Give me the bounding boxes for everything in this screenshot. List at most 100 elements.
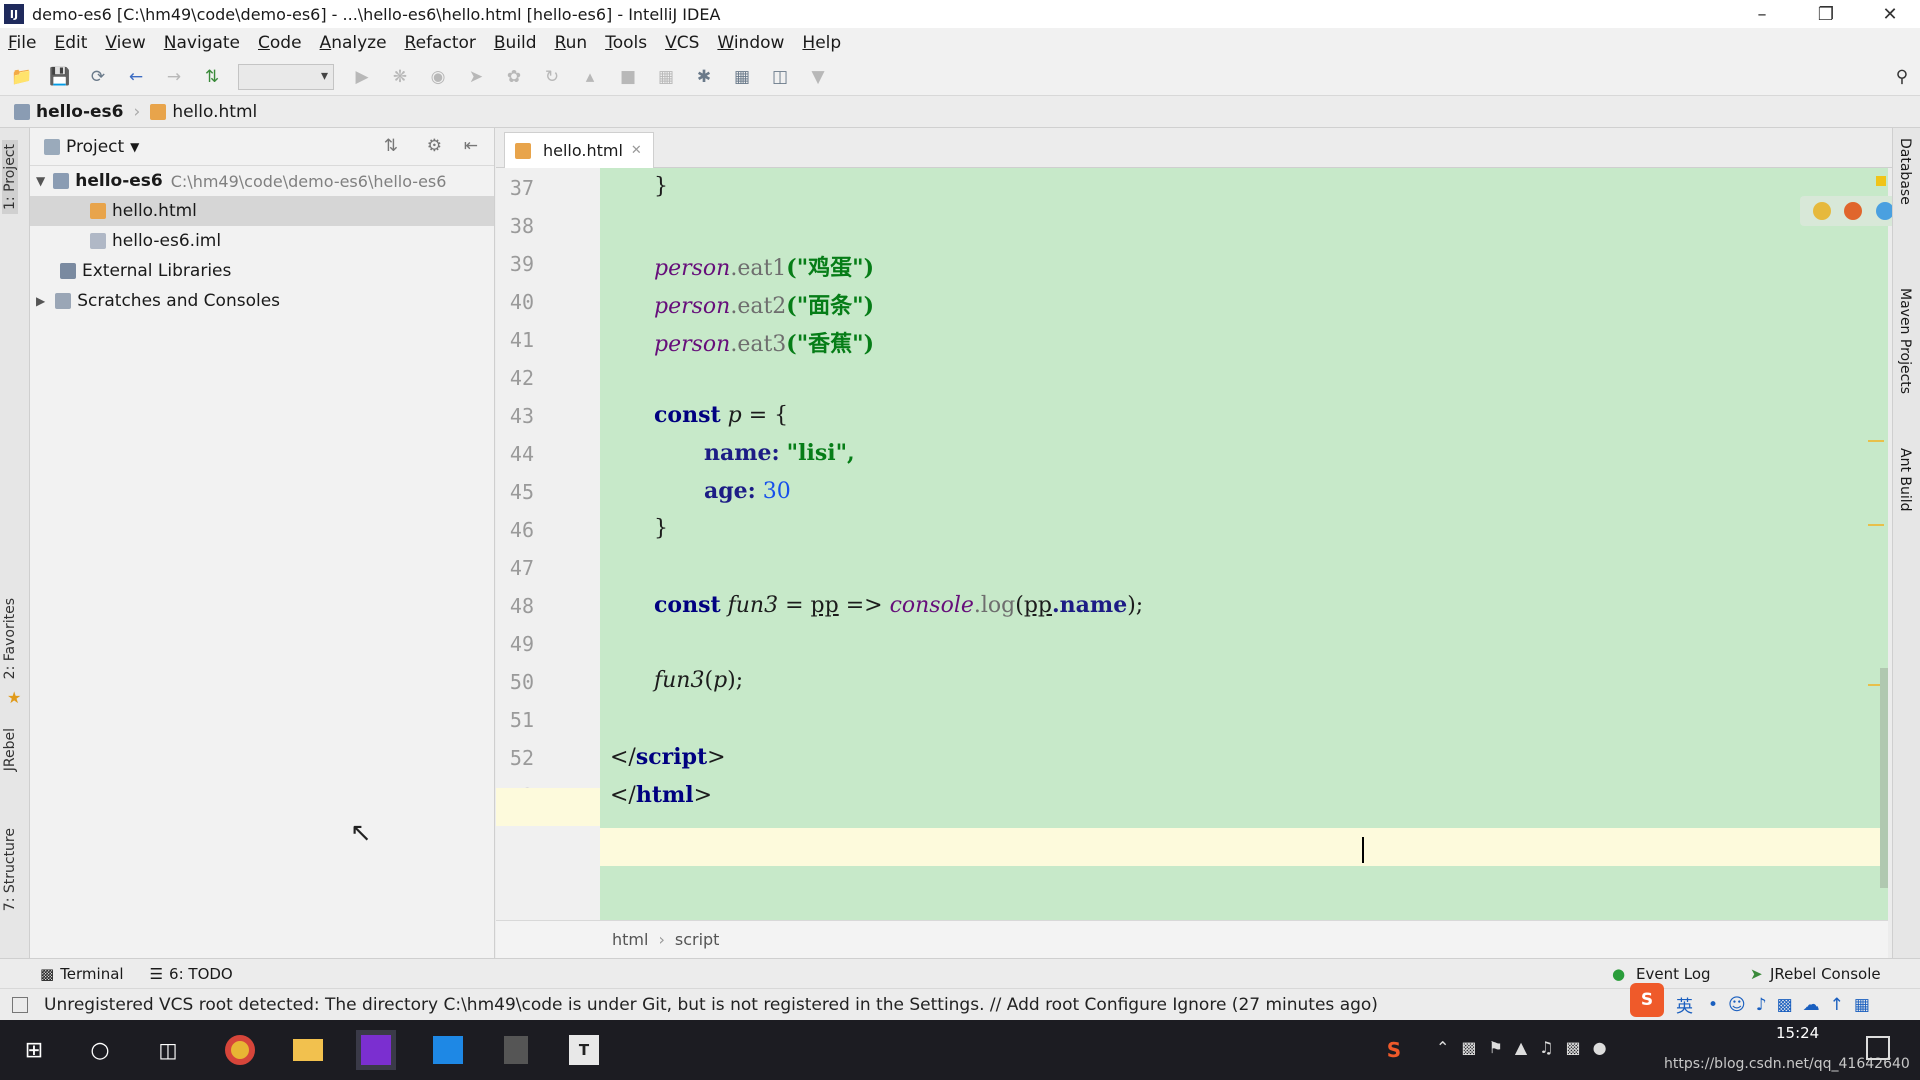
system-tray-icons[interactable]: ⌃▩⚑▲♫▩● [1436,1038,1619,1057]
status-message[interactable]: Unregistered VCS root detected: The dire… [44,995,1378,1015]
jrebel-run-icon[interactable]: ➤ [462,63,490,91]
app-taskbar-icon[interactable] [496,1030,536,1070]
reload-icon[interactable]: ↻ [538,63,566,91]
update-icon[interactable]: ▴ [576,63,604,91]
editor-tab-hello-html[interactable]: hello.html ✕ [504,132,654,168]
save-icon[interactable]: 💾 [46,63,74,91]
menu-run[interactable]: Run [555,33,588,53]
editor-breadcrumb-html[interactable]: html [612,930,648,949]
structure-icon[interactable]: ▦ [652,63,680,91]
event-log-button[interactable]: Event Log [1636,965,1711,983]
restore-icon[interactable]: ❐ [1796,0,1856,28]
code-token: const [654,592,721,618]
favorites-tool-tab[interactable]: 2: Favorites [2,598,18,679]
error-stripe-mark[interactable] [1868,440,1884,442]
menu-view[interactable]: View [105,33,145,53]
firefox-icon[interactable] [1844,202,1863,220]
chevron-down-icon[interactable]: ▼ [36,174,45,188]
back-icon[interactable]: ← [122,63,150,91]
error-stripe-mark[interactable] [1868,524,1884,526]
debug-icon[interactable]: ❋ [386,63,414,91]
menu-refactor[interactable]: Refactor [405,33,476,53]
vcs-icon[interactable]: ◫ [766,63,794,91]
collapse-all-icon[interactable]: ⇅ [384,136,398,156]
status-message-icon [12,996,28,1013]
forward-icon[interactable]: → [160,63,188,91]
code-token: .eat1 [730,256,787,281]
project-tool-tab[interactable]: 1: Project [2,140,18,214]
editor-breadcrumb-script[interactable]: script [675,930,720,949]
menu-window[interactable]: Window [717,33,784,53]
code-editor[interactable]: } person.eat1("鸡蛋") person.eat2("面条") pe… [600,168,1920,920]
jrebel-console-button[interactable]: JRebel Console [1770,965,1881,983]
code-line-45: age: 30 [704,478,791,504]
code-token: html [635,782,694,808]
tree-root-hello-es6[interactable]: ▼ hello-es6 C:\hm49\code\demo-es6\hello-… [30,166,494,196]
sogou-tray-icon[interactable]: S [1374,1030,1414,1070]
tree-item-hello-html[interactable]: hello.html [30,196,494,226]
search-icon[interactable]: ⚲ [1888,63,1916,91]
file-explorer-icon[interactable] [288,1030,328,1070]
windows-start-icon[interactable]: ⊞ [14,1030,54,1070]
menu-navigate[interactable]: Navigate [164,33,240,53]
code-token: ("面条") [786,293,875,319]
stop-icon[interactable]: ■ [614,63,642,91]
jrebel-debug-icon[interactable]: ✿ [500,63,528,91]
run-icon[interactable]: ▶ [348,63,376,91]
menu-analyze[interactable]: Analyze [320,33,387,53]
run-configuration-select[interactable] [238,63,334,90]
chrome-taskbar-icon[interactable] [220,1030,260,1070]
line-number: 39 [509,252,534,276]
settings-wrench-icon[interactable]: ✱ [690,63,718,91]
menu-help[interactable]: Help [802,33,841,53]
typora-icon[interactable]: T [564,1030,604,1070]
terminal-tool-button[interactable]: Terminal [60,965,123,983]
structure-tool-tab[interactable]: 7: Structure [2,828,18,911]
project-structure-icon[interactable]: ▦ [728,63,756,91]
search-circle-icon[interactable]: ○ [80,1030,120,1070]
breadcrumb-file[interactable]: hello.html [150,102,257,122]
sync-icon[interactable]: ⟳ [84,63,112,91]
jrebel-tool-tab[interactable]: JRebel [2,728,18,771]
error-stripe[interactable] [1868,168,1888,920]
breadcrumb-project[interactable]: hello-es6 [14,102,124,122]
line-number: 42 [509,366,534,390]
tree-item-hello-es6-iml[interactable]: hello-es6.iml [30,226,494,256]
tree-root-label: hello-es6 [75,171,163,191]
sogou-ime-icon[interactable]: S [1630,983,1664,1017]
tree-item-external-libraries[interactable]: External Libraries [30,256,494,286]
gear-icon[interactable]: ⚙ [427,136,442,156]
menu-tools[interactable]: Tools [605,33,647,53]
editor-scrollbar[interactable] [1880,668,1888,888]
tree-item-scratches[interactable]: ▶ Scratches and Consoles [30,286,494,316]
project-view-selector[interactable]: Project [66,137,124,157]
close-icon[interactable]: ✕ [1860,0,1920,28]
build-icon[interactable]: ⇅ [198,63,226,91]
coverage-icon[interactable]: ◉ [424,63,452,91]
chrome-icon[interactable] [1812,202,1831,220]
warning-indicator-icon[interactable] [1876,176,1886,186]
todo-tool-button[interactable]: 6: TODO [169,965,233,983]
menu-file[interactable]: File [8,33,36,53]
deploy-icon[interactable]: ▼ [804,63,832,91]
menu-build[interactable]: Build [494,33,537,53]
store-icon[interactable] [428,1030,468,1070]
ime-language-label[interactable]: 英 [1676,992,1693,1017]
ime-toolbar-icons[interactable]: •☺♪▩☁↑▦ [1708,995,1880,1015]
database-tool-tab[interactable]: Database [1897,138,1913,205]
chevron-down-icon[interactable]: ▼ [130,140,139,154]
menu-code[interactable]: Code [258,33,302,53]
clock-time[interactable]: 15:24 [1776,1024,1819,1042]
intellij-taskbar-icon[interactable] [356,1030,396,1070]
ant-tool-tab[interactable]: Ant Build [1897,448,1913,512]
hide-panel-icon[interactable]: ⇤ [464,136,478,156]
open-folder-icon[interactable]: 📁 [8,63,36,91]
task-view-icon[interactable]: ◫ [148,1030,188,1070]
menu-edit[interactable]: Edit [54,33,87,53]
minimize-icon[interactable]: – [1732,0,1792,28]
notification-icon[interactable] [1866,1036,1890,1060]
chevron-right-icon[interactable]: ▶ [36,294,45,308]
maven-tool-tab[interactable]: Maven Projects [1897,288,1913,394]
menu-vcs[interactable]: VCS [665,33,699,53]
close-icon[interactable]: ✕ [631,143,642,158]
